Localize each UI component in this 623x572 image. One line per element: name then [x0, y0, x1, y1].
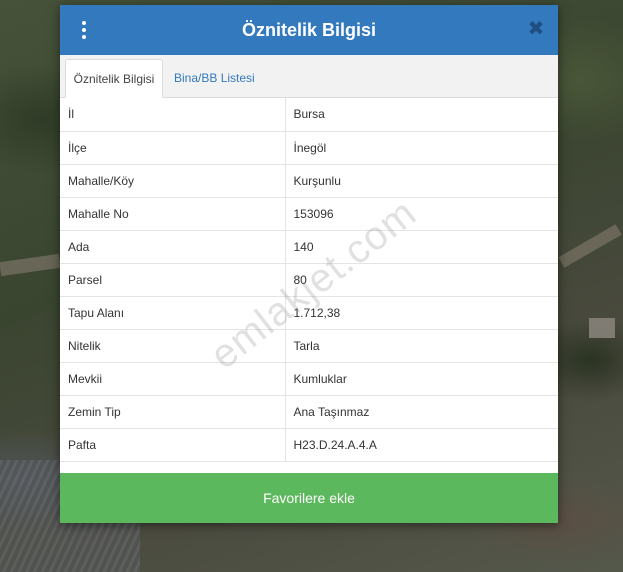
map-building — [589, 318, 615, 338]
attribute-key: Mahalle/Köy — [60, 163, 286, 198]
attribute-value: 80 — [284, 262, 558, 297]
attribute-key: İl — [60, 98, 286, 132]
dot — [82, 28, 86, 32]
attribute-key: İlçe — [60, 130, 286, 165]
close-icon[interactable]: ✖ — [526, 19, 546, 39]
attribute-key: Ada — [60, 229, 286, 264]
table-row: İlçe İnegöl — [60, 130, 558, 165]
table-row: Mahalle No 153096 — [60, 196, 558, 231]
attribute-key: Zemin Tip — [60, 394, 286, 429]
attribute-key: Pafta — [60, 427, 286, 462]
tab-bar: Öznitelik Bilgisi Bina/BB Listesi — [60, 55, 558, 98]
table-row: Ada 140 — [60, 229, 558, 264]
attribute-value: Ana Taşınmaz — [284, 394, 558, 429]
attribute-value: Tarla — [284, 328, 558, 363]
attribute-key: Nitelik — [60, 328, 286, 363]
attribute-key: Parsel — [60, 262, 286, 297]
attribute-value: Kumluklar — [284, 361, 558, 396]
vertical-dots-icon[interactable] — [74, 18, 94, 42]
attribute-key: Tapu Alanı — [60, 295, 286, 330]
dot — [82, 21, 86, 25]
attribute-value: H23.D.24.A.4.A — [284, 427, 558, 462]
table-row: Mevkii Kumluklar — [60, 361, 558, 396]
table-row: Mahalle/Köy Kurşunlu — [60, 163, 558, 198]
tab-building-list[interactable]: Bina/BB Listesi — [166, 59, 263, 97]
attribute-value: 1.712,38 — [284, 295, 558, 330]
attribute-value: 153096 — [284, 196, 558, 231]
attribute-value: 140 — [284, 229, 558, 264]
dot — [82, 35, 86, 39]
table-row: İl Bursa — [60, 98, 558, 132]
table-row: Nitelik Tarla — [60, 328, 558, 363]
table-row: Zemin Tip Ana Taşınmaz — [60, 394, 558, 429]
modal-title: Öznitelik Bilgisi — [241, 19, 377, 40]
attribute-table: İl Bursa İlçe İnegöl Mahalle/Köy Kurşunl… — [60, 98, 558, 462]
attribute-value: İnegöl — [284, 130, 558, 165]
add-to-favorites-button[interactable]: Favorilere ekle — [60, 473, 558, 523]
modal-header: Öznitelik Bilgisi ✖ — [60, 5, 558, 55]
attribute-value: Bursa — [284, 98, 558, 132]
attribute-info-modal: Öznitelik Bilgisi ✖ Öznitelik Bilgisi Bi… — [60, 5, 558, 523]
table-row: Pafta H23.D.24.A.4.A — [60, 427, 558, 462]
attribute-key: Mevkii — [60, 361, 286, 396]
attribute-value: Kurşunlu — [284, 163, 558, 198]
tab-attribute-info[interactable]: Öznitelik Bilgisi — [65, 59, 163, 98]
table-row: Tapu Alanı 1.712,38 — [60, 295, 558, 330]
table-row: Parsel 80 — [60, 262, 558, 297]
attribute-key: Mahalle No — [60, 196, 286, 231]
